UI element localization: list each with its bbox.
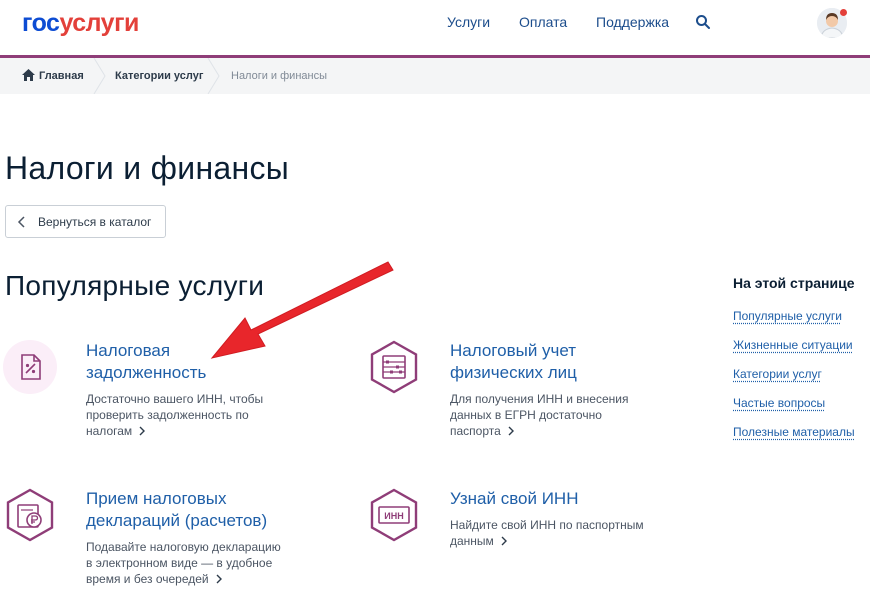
service-tax-debt-title-line2: задолженность: [86, 363, 207, 382]
chevron-right-icon: [139, 426, 146, 436]
toc-link-faq[interactable]: Частые вопросы: [733, 396, 825, 410]
service-tax-declaration-description: Подавайте налоговую декларацию в электро…: [86, 539, 281, 587]
service-desc-line: проверить задолженность по: [86, 408, 249, 422]
service-desc-line: данных в ЕГРН достаточно: [450, 408, 602, 422]
toc-link-life-situations[interactable]: Жизненные ситуации: [733, 338, 853, 352]
service-desc-line[interactable]: налогам: [86, 423, 263, 439]
chevron-right-icon: [508, 426, 514, 436]
service-desc-line: в электронном виде — в удобное: [86, 556, 273, 570]
breadcrumb-current: Налоги и финансы: [231, 70, 328, 82]
toc-link-useful-materials[interactable]: Полезные материалы: [733, 425, 855, 439]
service-find-inn-description: Найдите свой ИНН по паспортным данным: [450, 517, 644, 549]
back-to-catalog-button[interactable]: Вернуться в каталог: [5, 205, 166, 238]
service-tax-debt-title-line1: Налоговая: [86, 341, 171, 360]
popular-services-heading: Популярные услуги: [5, 270, 265, 301]
site-header: госуслуги Услуги Оплата Поддержка: [0, 0, 870, 58]
gosuslugi-logo[interactable]: госуслуги: [22, 9, 139, 38]
service-tax-registration-title[interactable]: Налоговый учет физических лиц: [450, 340, 577, 384]
search-icon[interactable]: [695, 14, 711, 30]
page-title: Налоги и финансы: [5, 150, 290, 186]
back-to-catalog-label: Вернуться в каталог: [38, 215, 152, 229]
service-desc-line: Подавайте налоговую декларацию: [86, 540, 281, 554]
toc-link-popular[interactable]: Популярные услуги: [733, 309, 842, 323]
service-desc-line[interactable]: паспорта: [450, 423, 628, 439]
service-tax-registration-title-line2: физических лиц: [450, 363, 577, 382]
notification-dot: [840, 9, 847, 16]
service-desc-text: время и без очередей: [86, 572, 209, 586]
breadcrumb-home[interactable]: Главная: [39, 70, 84, 82]
breadcrumb-separator-icon: [93, 58, 106, 94]
abacus-icon: [370, 340, 418, 394]
service-find-inn-title[interactable]: Узнай свой ИНН: [450, 488, 579, 510]
chevron-right-icon: [216, 574, 222, 584]
service-desc-line: Достаточно вашего ИНН, чтобы: [86, 392, 264, 406]
toc-link-categories[interactable]: Категории услуг: [733, 367, 822, 381]
chevron-left-icon: [17, 216, 25, 228]
service-find-inn-title-line1: Узнай свой ИНН: [450, 489, 579, 508]
ruble-declaration-icon: [6, 488, 54, 542]
toc-title: На этой странице: [733, 275, 855, 291]
breadcrumb-categories[interactable]: Категории услуг: [115, 70, 203, 82]
service-desc-text: данным: [450, 534, 494, 548]
service-tax-registration-title-line1: Налоговый учет: [450, 341, 577, 360]
nav-payment[interactable]: Оплата: [519, 14, 567, 30]
nav-support[interactable]: Поддержка: [596, 14, 669, 30]
service-desc-line[interactable]: данным: [450, 533, 644, 549]
nav-services[interactable]: Услуги: [447, 14, 490, 30]
service-tax-declaration-title[interactable]: Прием налоговых деклараций (расчетов): [86, 488, 267, 532]
service-tax-declaration-title-line1: Прием налоговых: [86, 489, 227, 508]
logo-part-gos: гос: [22, 9, 60, 37]
service-desc-line[interactable]: время и без очередей: [86, 571, 281, 587]
service-tax-debt-description: Достаточно вашего ИНН, чтобы проверить з…: [86, 391, 263, 439]
tax-percent-document-icon: [3, 340, 57, 394]
service-tax-debt-title[interactable]: Налоговая задолженность: [86, 340, 206, 384]
service-desc-line: Найдите свой ИНН по паспортным: [450, 518, 644, 532]
service-desc-line: Для получения ИНН и внесения: [450, 392, 629, 406]
home-icon: [22, 69, 35, 81]
breadcrumb-separator-icon: [207, 58, 220, 94]
inn-icon-text: ИНН: [384, 511, 403, 521]
service-tax-registration-description: Для получения ИНН и внесения данных в ЕГ…: [450, 391, 628, 439]
service-desc-text: налогам: [86, 424, 133, 438]
logo-part-uslugi: услуги: [59, 9, 139, 37]
chevron-right-icon: [501, 536, 507, 546]
breadcrumb: Главная Категории услуг Налоги и финансы: [0, 58, 870, 94]
service-desc-text: паспорта: [450, 424, 501, 438]
inn-card-icon: ИНН: [370, 488, 418, 542]
service-tax-declaration-title-line2: деклараций (расчетов): [86, 511, 268, 530]
